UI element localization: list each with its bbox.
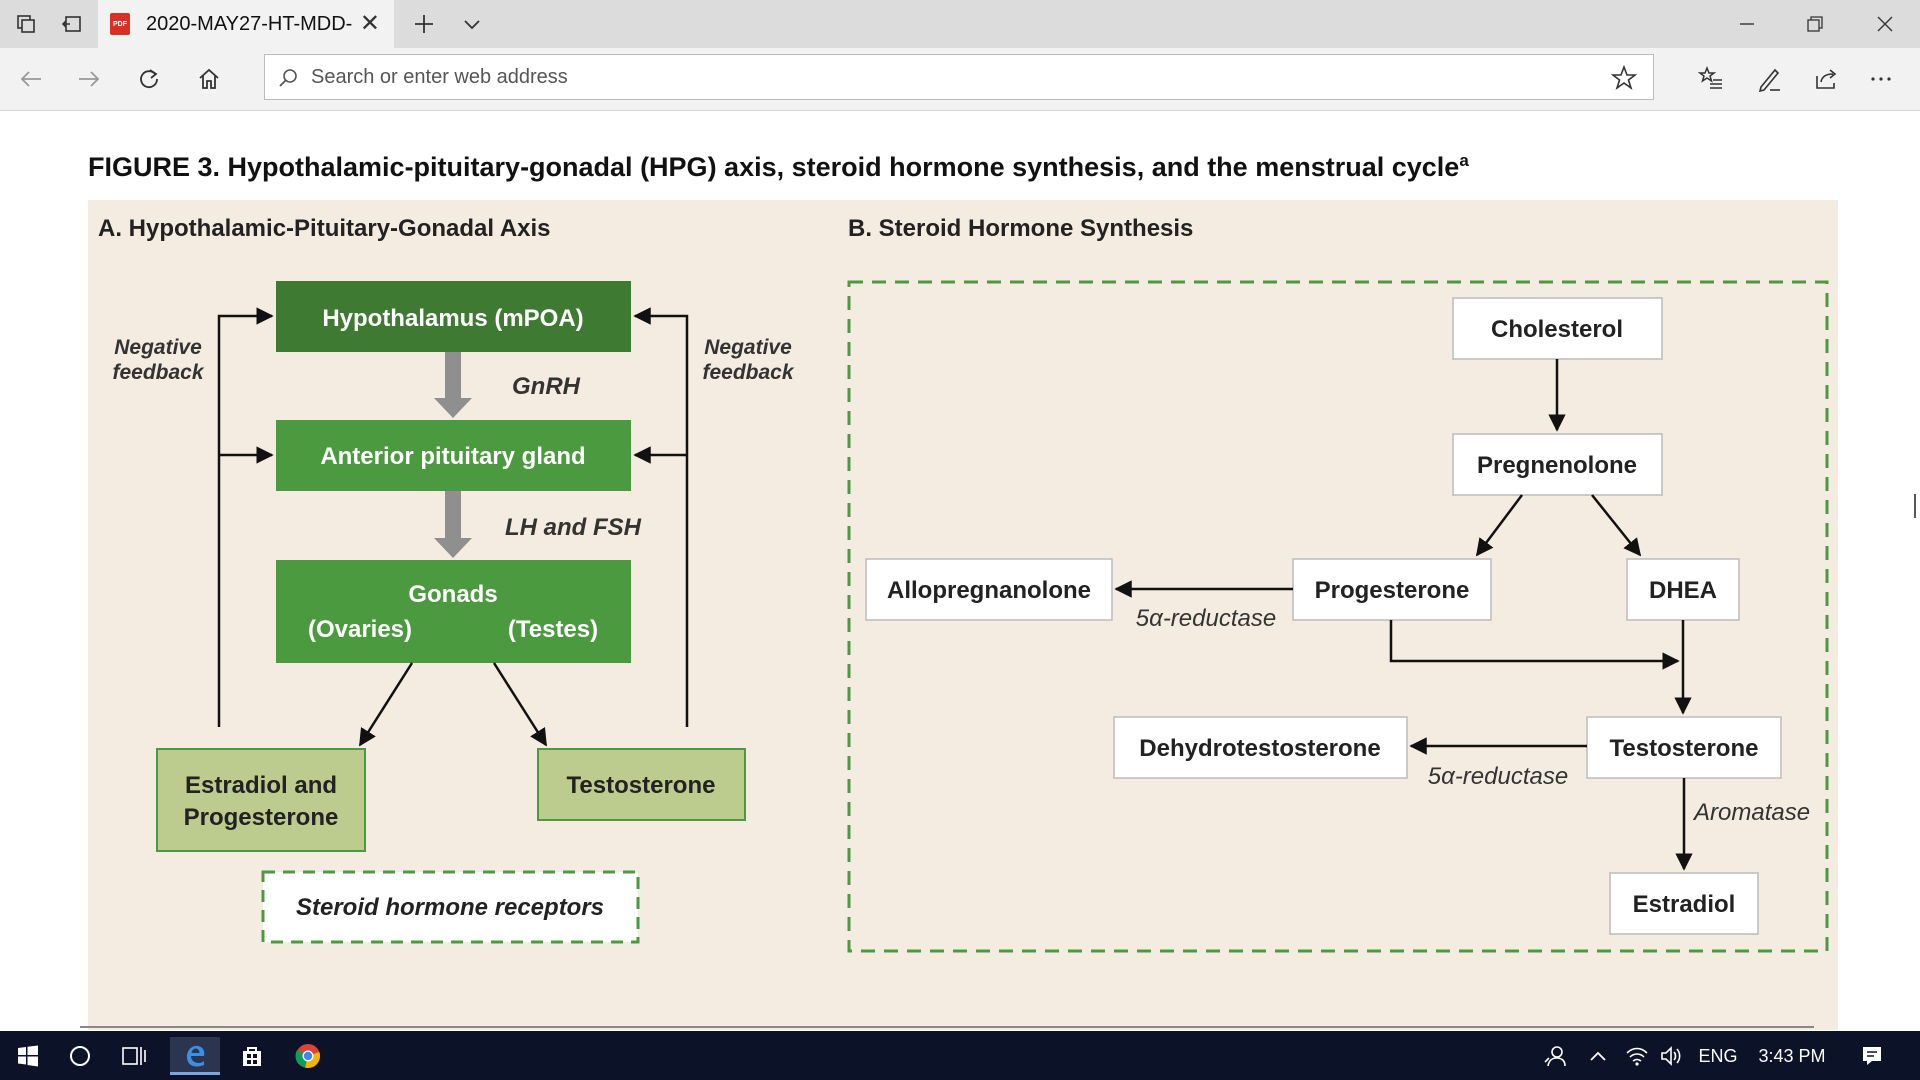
testes-label: (Testes)	[508, 616, 598, 643]
dhea-label: DHEA	[1649, 577, 1717, 604]
address-placeholder: Search or enter web address	[311, 66, 568, 88]
pen-notes-icon[interactable]	[1752, 62, 1786, 96]
back-arrow-icon[interactable]	[14, 62, 48, 96]
tab-title: 2020-MAY27-HT-MDD-	[146, 13, 353, 35]
right-feedback-line2: feedback	[702, 361, 794, 384]
language-indicator[interactable]: ENG	[1696, 1037, 1740, 1075]
tab-close-icon[interactable]: ✕	[360, 10, 380, 38]
left-feedback-line1: Negative	[114, 336, 202, 359]
reductase-label-1: 5α-reductase	[1136, 605, 1276, 632]
home-icon[interactable]	[192, 62, 226, 96]
panel-a-title: A. Hypothalamic-Pituitary-Gonadal Axis	[98, 215, 551, 242]
set-tabs-aside-icon[interactable]	[58, 10, 86, 38]
edge-taskbar-icon[interactable]	[170, 1037, 220, 1075]
system-clock[interactable]: 3:43 PM	[1754, 1037, 1830, 1075]
new-tab-icon[interactable]	[410, 10, 438, 38]
panel-b-title: B. Steroid Hormone Synthesis	[848, 215, 1193, 242]
more-options-icon[interactable]	[1864, 62, 1898, 96]
pdf-viewport: FIGURE 3. Hypothalamic-pituitary-gonadal…	[0, 111, 1920, 1031]
forward-arrow-icon[interactable]	[72, 62, 106, 96]
aromatase-label: Aromatase	[1692, 799, 1810, 826]
estradiol-line2: Progesterone	[184, 804, 339, 831]
dihydrotestosterone-label: Dehydrotestosterone	[1139, 735, 1380, 762]
pituitary-label: Anterior pituitary gland	[320, 443, 585, 470]
left-feedback-line2: feedback	[112, 361, 204, 384]
minimize-icon[interactable]	[1724, 6, 1770, 42]
ovaries-label: (Ovaries)	[308, 616, 412, 643]
windows-taskbar: ENG 3:43 PM	[0, 1031, 1920, 1080]
right-feedback-line1: Negative	[704, 336, 792, 359]
page-divider	[80, 1026, 1814, 1028]
restore-icon[interactable]	[1792, 6, 1838, 42]
favorite-star-icon[interactable]	[1611, 65, 1637, 91]
show-hidden-icons-chevron-up-icon[interactable]	[1584, 1037, 1612, 1075]
figure-3: A. Hypothalamic-Pituitary-Gonadal Axis H…	[88, 200, 1838, 1030]
active-tab[interactable]: PDF 2020-MAY27-HT-MDD- ✕	[98, 0, 394, 48]
search-circle-icon[interactable]	[60, 1037, 100, 1075]
address-bar[interactable]: Search or enter web address	[264, 54, 1654, 100]
progesterone-label: Progesterone	[1315, 577, 1470, 604]
estradiol-line1: Estradiol and	[185, 772, 337, 799]
favorites-list-icon[interactable]	[1694, 62, 1728, 96]
tab-actions-icon[interactable]	[12, 10, 40, 38]
store-bag-icon[interactable]	[232, 1037, 272, 1075]
gonads-label: Gonads	[408, 581, 497, 608]
refresh-icon[interactable]	[132, 62, 166, 96]
tab-preview-chevron-down-icon[interactable]	[458, 10, 486, 38]
estradiol-progesterone-box	[156, 748, 366, 852]
hypothalamus-label: Hypothalamus (mPOA)	[322, 305, 583, 332]
chrome-taskbar-icon[interactable]	[288, 1037, 328, 1075]
share-icon[interactable]	[1810, 62, 1844, 96]
gnrh-label: GnRH	[512, 373, 581, 400]
navigation-bar: Search or enter web address	[0, 48, 1920, 111]
allopregnanolone-label: Allopregnanolone	[887, 577, 1091, 604]
wifi-icon[interactable]	[1620, 1037, 1654, 1075]
gonads-box	[276, 560, 631, 663]
title-bar: PDF 2020-MAY27-HT-MDD- ✕	[0, 0, 1920, 48]
lh-fsh-label: LH and FSH	[505, 514, 642, 541]
task-view-icon[interactable]	[114, 1037, 154, 1075]
reductase-label-2: 5α-reductase	[1428, 763, 1568, 790]
receptors-label: Steroid hormone receptors	[296, 894, 604, 921]
testosterone-a-label: Testosterone	[567, 772, 716, 799]
volume-icon[interactable]	[1654, 1037, 1688, 1075]
notifications-icon[interactable]	[1852, 1037, 1892, 1075]
estradiol-label: Estradiol	[1633, 891, 1736, 918]
close-window-icon[interactable]	[1862, 6, 1908, 42]
scrollbar-indicator[interactable]	[1914, 494, 1916, 518]
pregnenolone-label: Pregnenolone	[1477, 452, 1637, 479]
windows-start-icon[interactable]	[8, 1037, 48, 1075]
search-icon	[279, 69, 297, 87]
testosterone-b-label: Testosterone	[1610, 735, 1759, 762]
cholesterol-label: Cholesterol	[1491, 316, 1623, 343]
pdf-file-icon: PDF	[110, 13, 130, 35]
people-icon[interactable]	[1538, 1037, 1572, 1075]
